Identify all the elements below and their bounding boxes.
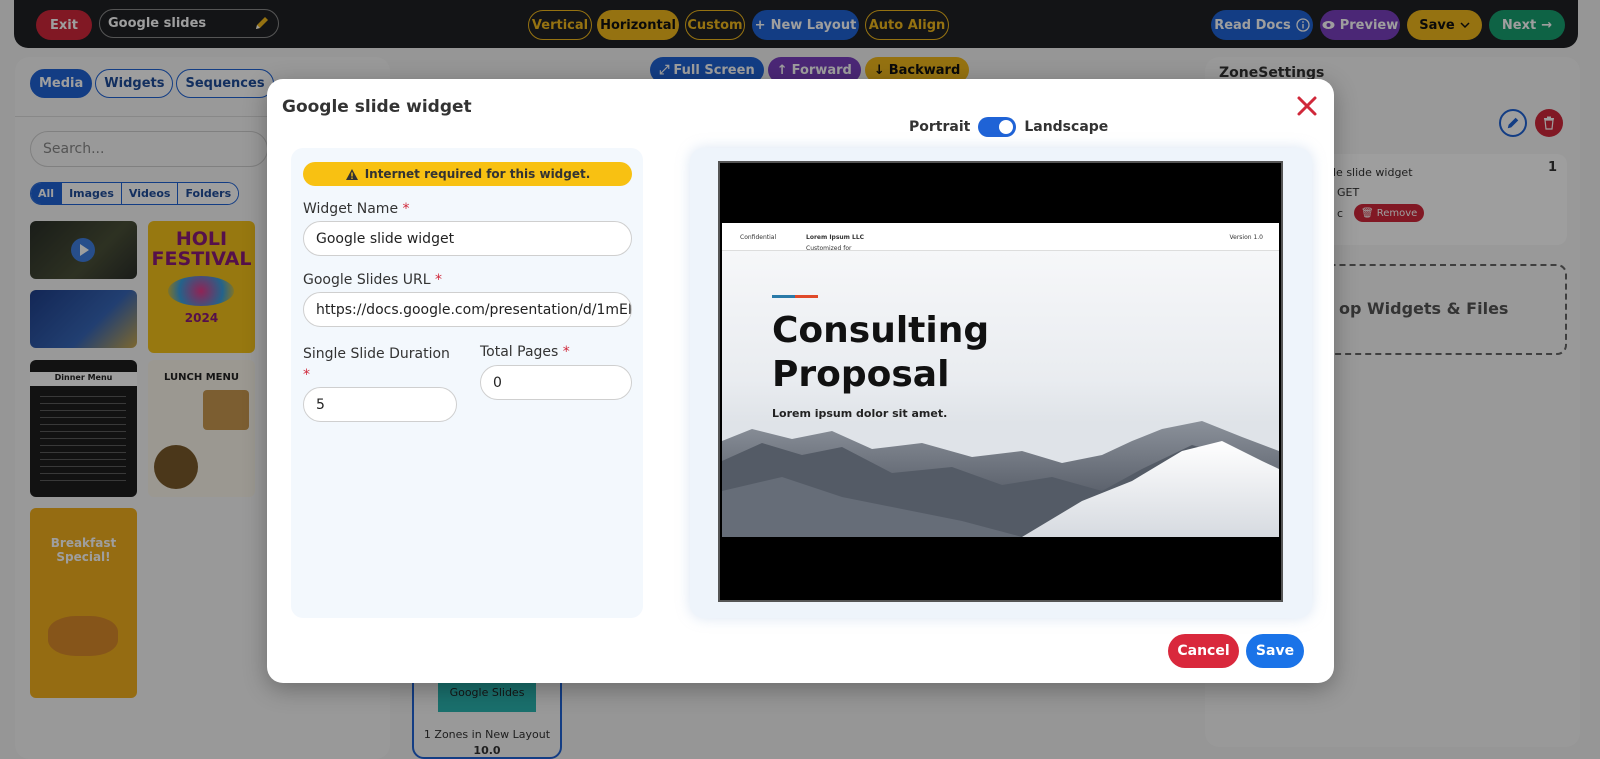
orientation-toggle[interactable] — [978, 117, 1017, 137]
slide-header: Confidential Customized for Lorem Ipsum … — [722, 223, 1279, 252]
widget-name-label: Widget Name * — [303, 201, 410, 217]
widget-form: Internet required for this widget. Widge… — [291, 148, 643, 618]
slide-header-right: Version 1.0 — [1229, 234, 1263, 241]
slide-accent-bar — [772, 295, 818, 298]
warning-icon — [345, 168, 358, 180]
modal-title: Google slide widget — [282, 97, 472, 117]
total-pages-label: Total Pages * — [480, 344, 570, 360]
slide-preview-panel: Confidential Customized for Lorem Ipsum … — [690, 148, 1312, 618]
internet-warning: Internet required for this widget. — [303, 162, 632, 186]
slide-content: Confidential Customized for Lorem Ipsum … — [722, 223, 1279, 537]
landscape-label: Landscape — [1024, 119, 1109, 135]
single-slide-duration-label: Single Slide Duration * — [303, 346, 450, 383]
portrait-label: Portrait — [909, 119, 971, 135]
mountain-image — [722, 421, 1279, 537]
total-pages-input[interactable]: 0 — [480, 365, 632, 400]
cancel-button[interactable]: Cancel — [1168, 634, 1239, 668]
google-slides-url-label: Google Slides URL * — [303, 272, 442, 288]
close-icon[interactable] — [1294, 93, 1320, 119]
slide-body: Consulting Proposal Lorem ipsum dolor si… — [722, 251, 1279, 537]
internet-warning-text: Internet required for this widget. — [364, 167, 591, 181]
slide-title: Consulting Proposal — [772, 310, 990, 395]
slide-header-center: Customized for Lorem Ipsum LLC — [806, 234, 865, 252]
slide-header-left: Confidential — [740, 234, 777, 241]
slide-subtitle: Lorem ipsum dolor sit amet. — [772, 407, 948, 420]
orientation-switch: Portrait Landscape — [909, 117, 1108, 137]
google-slide-widget-modal: Google slide widget Portrait Landscape I… — [267, 79, 1334, 683]
single-slide-duration-input[interactable]: 5 — [303, 387, 457, 422]
google-slides-url-input[interactable]: https://docs.google.com/presentation/d/1… — [303, 292, 632, 327]
widget-name-input[interactable]: Google slide widget — [303, 221, 632, 256]
save-button[interactable]: Save — [1246, 634, 1304, 668]
slide-preview-screen: Confidential Customized for Lorem Ipsum … — [718, 161, 1283, 602]
